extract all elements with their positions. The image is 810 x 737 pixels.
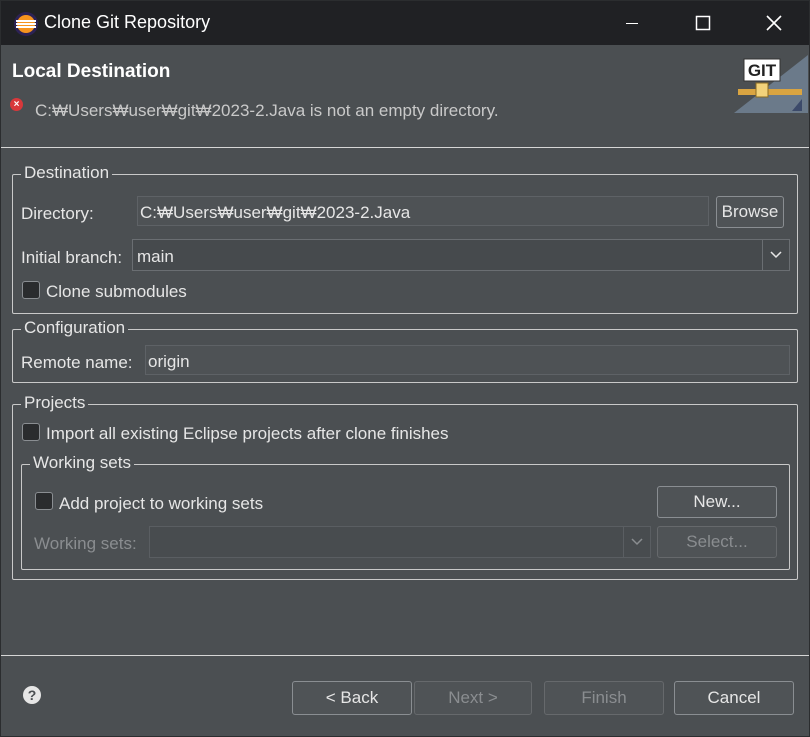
svg-text:GIT: GIT — [748, 61, 777, 80]
page-title: Local Destination — [12, 61, 171, 82]
clone-git-repository-dialog: Clone Git Repository Local Destination ×… — [0, 0, 810, 737]
initial-branch-value: main — [137, 247, 174, 266]
select-working-sets-button[interactable]: Select... — [657, 526, 777, 558]
window-title: Clone Git Repository — [44, 12, 211, 32]
new-working-set-button[interactable]: New... — [657, 486, 777, 518]
error-message: C:₩Users₩user₩git₩2023-2.Java is not an … — [35, 101, 499, 120]
remote-name-label: Remote name: — [21, 353, 133, 372]
projects-group-label: Projects — [21, 393, 89, 413]
close-icon — [766, 15, 782, 31]
remote-name-input[interactable]: origin — [145, 345, 790, 375]
add-to-working-sets-checkbox[interactable] — [35, 492, 53, 510]
clone-submodules-checkbox[interactable] — [22, 281, 40, 299]
directory-input[interactable]: C:₩Users₩user₩git₩2023-2.Java — [137, 196, 709, 226]
working-sets-select[interactable] — [149, 526, 651, 558]
back-button[interactable]: < Back — [292, 681, 412, 715]
maximize-button[interactable] — [668, 1, 738, 45]
destination-group-label: Destination — [21, 163, 113, 183]
browse-button[interactable]: Browse — [716, 196, 784, 228]
error-icon: × — [10, 98, 23, 111]
import-projects-checkbox[interactable] — [22, 423, 40, 441]
initial-branch-select[interactable]: main — [132, 239, 790, 271]
directory-label: Directory: — [21, 204, 94, 223]
add-to-working-sets-label: Add project to working sets — [59, 494, 264, 513]
chevron-down-icon — [762, 240, 789, 270]
title-bar: Clone Git Repository — [1, 1, 809, 45]
cancel-button[interactable]: Cancel — [674, 681, 794, 715]
minimize-button[interactable] — [597, 1, 667, 45]
maximize-icon — [695, 15, 711, 31]
footer-separator — [1, 655, 809, 656]
chevron-down-icon — [623, 527, 650, 557]
wizard-header: Local Destination × C:₩Users₩user₩git₩20… — [1, 45, 809, 147]
finish-button[interactable]: Finish — [544, 681, 664, 715]
header-separator — [1, 147, 809, 148]
working-sets-label: Working sets: — [34, 534, 137, 553]
git-wizard-logo-icon: GIT — [734, 55, 808, 113]
working-sets-group-label: Working sets — [30, 453, 134, 473]
initial-branch-label: Initial branch: — [21, 248, 123, 267]
minimize-icon — [626, 23, 638, 24]
help-icon[interactable]: ? — [23, 686, 41, 704]
close-button[interactable] — [739, 1, 809, 45]
clone-submodules-label: Clone submodules — [46, 282, 187, 301]
next-button[interactable]: Next > — [414, 681, 532, 715]
import-projects-label: Import all existing Eclipse projects aft… — [46, 424, 449, 443]
configuration-group-label: Configuration — [21, 318, 129, 338]
eclipse-icon — [14, 12, 38, 36]
